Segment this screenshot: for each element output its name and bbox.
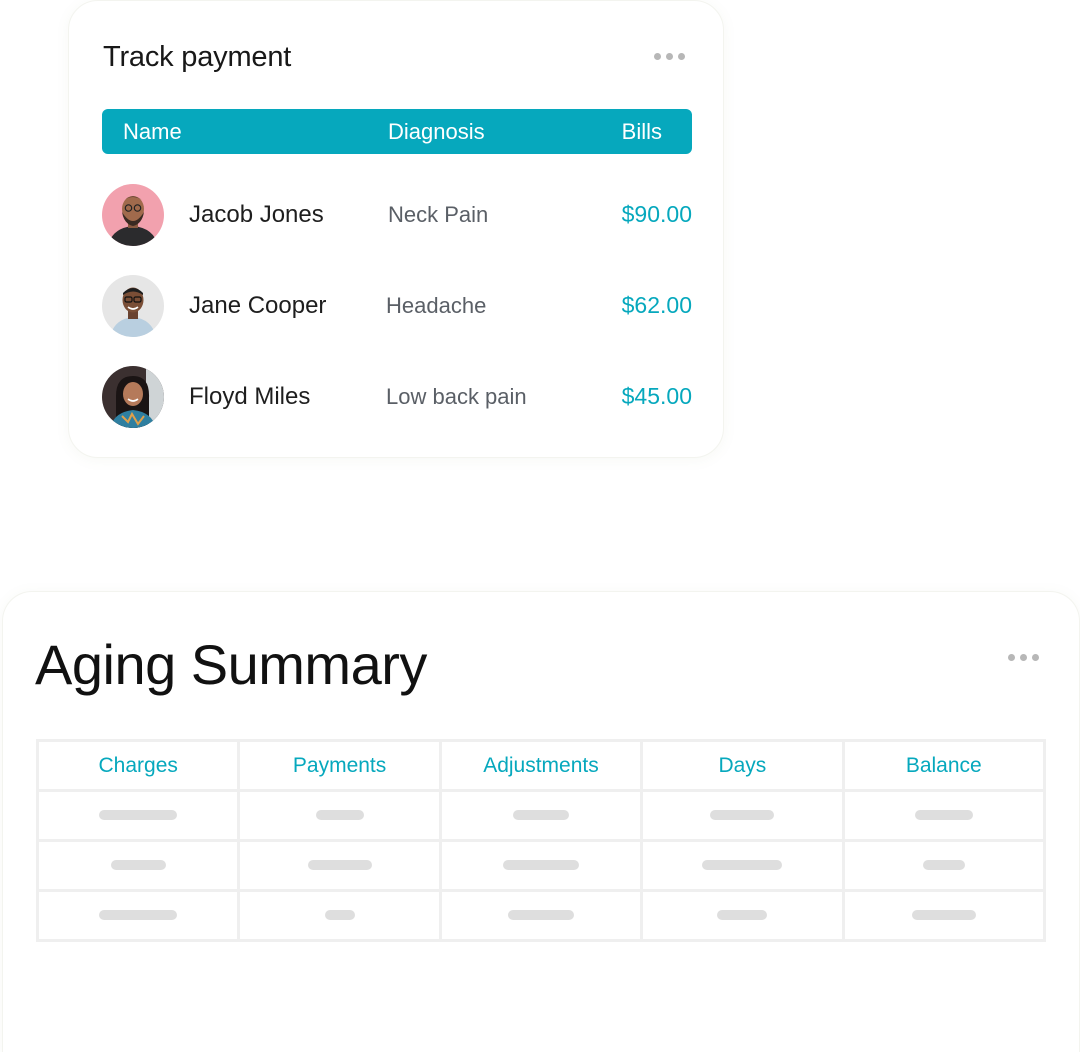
more-horizontal-icon[interactable] [654,53,685,60]
placeholder-bar [914,810,973,821]
table-row [35,889,1047,942]
placeholder-bar [922,860,965,871]
aging-summary-table: Charges Payments Adjustments Days Balanc… [35,739,1047,942]
table-row [35,839,1047,892]
column-header-days[interactable]: Days [640,739,845,792]
column-header-adjustments[interactable]: Adjustments [438,739,644,792]
page: Track payment Name Diagnosis Bills Jacob… [0,0,1080,1052]
track-payment-card: Track payment Name Diagnosis Bills Jacob… [68,0,724,458]
placeholder-bar [315,810,364,821]
placeholder-bar [710,810,775,821]
placeholder-bar [307,860,372,871]
placeholder-bar [512,810,569,821]
patient-name: Jacob Jones [189,201,324,228]
avatar [102,275,164,337]
payment-row[interactable]: Floyd Miles Low back pain $45.00 [102,366,692,428]
placeholder-bar [911,910,976,921]
aging-summary-card: Aging Summary Charges Payments Adjustmen… [2,591,1080,1052]
column-header-name[interactable]: Name [123,119,182,145]
column-header-balance[interactable]: Balance [841,739,1047,792]
track-payment-title: Track payment [103,41,292,73]
patient-bill: $90.00 [621,201,692,227]
payment-row[interactable]: Jacob Jones Neck Pain $90.00 [102,184,692,246]
placeholder-bar [324,910,355,921]
patient-diagnosis: Neck Pain [388,202,489,227]
avatar [102,184,164,246]
placeholder-bar [702,860,783,871]
placeholder-bar [99,810,178,821]
placeholder-bar [507,910,574,921]
avatar [102,366,164,428]
column-header-diagnosis[interactable]: Diagnosis [388,119,485,145]
patient-diagnosis: Low back pain [386,384,527,409]
column-header-bills[interactable]: Bills [622,119,662,145]
aging-summary-title: Aging Summary [35,633,427,696]
more-horizontal-icon[interactable] [1008,654,1039,661]
table-header-row: Charges Payments Adjustments Days Balanc… [35,739,1047,792]
patient-name: Jane Cooper [189,292,327,319]
table-row [35,789,1047,842]
column-header-charges[interactable]: Charges [35,739,241,792]
payment-row[interactable]: Jane Cooper Headache $62.00 [102,275,692,337]
placeholder-bar [99,910,178,921]
patient-name: Floyd Miles [189,383,311,410]
placeholder-bar [502,860,579,871]
payment-table-header: Name Diagnosis Bills [102,109,692,154]
patient-bill: $45.00 [621,383,692,409]
patient-bill: $62.00 [621,292,692,318]
column-header-payments[interactable]: Payments [237,739,442,792]
placeholder-bar [717,910,768,921]
patient-diagnosis: Headache [386,293,487,318]
placeholder-bar [110,860,166,871]
